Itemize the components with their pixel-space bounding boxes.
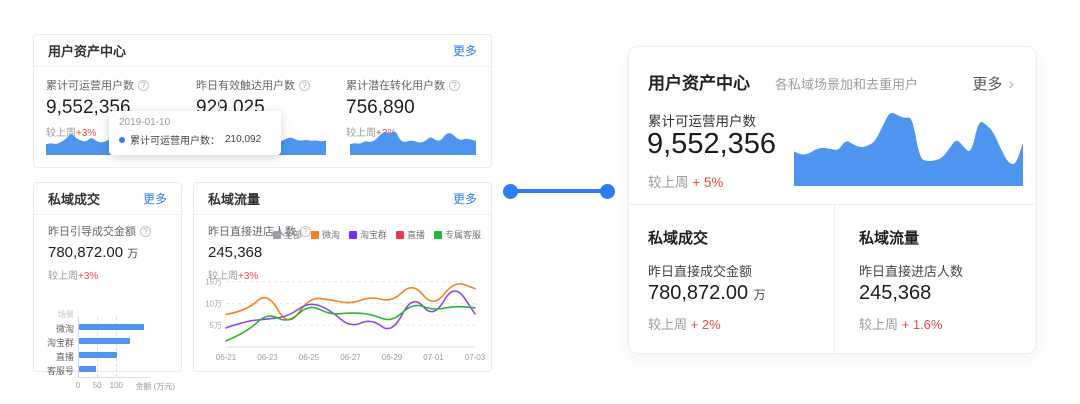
metric-delta: 较上周 + 2% xyxy=(648,314,721,333)
connector-line xyxy=(511,189,607,193)
card-title: 用户资产中心 xyxy=(48,41,126,60)
svg-text:10万: 10万 xyxy=(205,299,222,308)
svg-text:06-27: 06-27 xyxy=(340,353,361,362)
metric-label-row: 昨日引导成交金额 ? xyxy=(48,223,151,239)
metric-value: 245,368 xyxy=(859,282,931,305)
tooltip-date: 2019-01-10 xyxy=(119,117,271,128)
card-subtitle: 各私域场景加和去重用户 xyxy=(775,74,972,93)
connector-dot xyxy=(503,184,518,199)
metric-label-row: 累计潜在转化用户数 ? xyxy=(346,77,492,93)
more-link[interactable]: 更多 xyxy=(453,190,477,207)
svg-text:06-21: 06-21 xyxy=(216,353,237,362)
metric-label: 累计可运营用户数 xyxy=(648,110,756,130)
metric-unit: 万 xyxy=(127,248,138,260)
private-deal-card: 私域成交 更多 昨日引导成交金额 ? 780,872.00 万 较上周+3% 场… xyxy=(33,182,182,372)
card-header: 用户资产中心 更多 xyxy=(34,35,491,67)
legend-item[interactable]: 全部 xyxy=(273,228,302,241)
legend-swatch xyxy=(396,231,404,239)
traffic-line-chart: 5万 10万 15万 06-21 06-23 06-25 06-27 06-29 07-01 07… xyxy=(200,265,485,365)
metric-delta: 较上周 + 1.6% xyxy=(859,314,942,333)
asset-summary-card: 用户资产中心 各私域场景加和去重用户 更多 › 累计可运营用户数 9,552,3… xyxy=(628,46,1037,354)
metric-value: 245,368 xyxy=(208,244,311,261)
metric-value: 780,872.00 万 xyxy=(648,282,766,305)
deal-summary-column: 私域成交 昨日直接成交金额 780,872.00 万 较上周 + 2% xyxy=(648,204,828,353)
more-link[interactable]: 更多 xyxy=(143,190,167,207)
svg-text:06-29: 06-29 xyxy=(382,353,403,362)
deal-bar-chart: 场景050100微淘淘宝群直播客服号金额 (万元) xyxy=(44,309,175,391)
legend-item[interactable]: 专属客服 xyxy=(434,228,481,241)
vertical-divider xyxy=(834,204,835,353)
legend-label: 专属客服 xyxy=(445,228,481,241)
metric-label: 昨日引导成交金额 xyxy=(48,223,136,239)
card-title: 私域流量 xyxy=(208,189,260,208)
series-dot-icon xyxy=(119,137,125,143)
column-title: 私域成交 xyxy=(648,227,708,248)
connector-dot xyxy=(600,184,615,199)
chevron-right-icon: › xyxy=(1008,75,1014,92)
metric-delta: 较上周 + 5% xyxy=(648,171,723,191)
help-icon[interactable]: ? xyxy=(140,226,151,237)
metric-value: 756,890 xyxy=(346,97,492,119)
metric-delta: 较上周+3% xyxy=(48,267,151,282)
more-link[interactable]: 更多 xyxy=(453,42,477,59)
card-header: 私域流量 更多 xyxy=(194,183,491,215)
chart-tooltip: 2019-01-10 累计可运营用户数： 210,092 xyxy=(109,111,281,155)
card-title: 用户资产中心 xyxy=(648,69,750,94)
legend-swatch xyxy=(434,231,442,239)
delta-value: + 5% xyxy=(692,175,723,190)
column-title: 私域流量 xyxy=(859,227,919,248)
metric-label: 累计潜在转化用户数 xyxy=(346,77,445,93)
more-link[interactable]: 更多 › xyxy=(972,73,1014,94)
legend-item[interactable]: 直播 xyxy=(396,228,425,241)
legend-swatch xyxy=(273,231,281,239)
card-header: 用户资产中心 各私域场景加和去重用户 更多 › xyxy=(648,69,1014,94)
legend-label: 直播 xyxy=(407,228,425,241)
tooltip-value: 210,092 xyxy=(225,134,261,145)
help-icon[interactable]: ? xyxy=(138,80,149,91)
svg-text:06-25: 06-25 xyxy=(299,353,320,362)
dashboard-page: 用户资产中心 更多 累计可运营用户数 ? 9,552,356 较上周+3% 昨日… xyxy=(0,0,1080,404)
asset-area-chart xyxy=(794,109,1023,186)
tooltip-row: 累计可运营用户数： 210,092 xyxy=(119,132,271,147)
legend-label: 淘宝群 xyxy=(360,228,387,241)
legend-swatch xyxy=(311,231,319,239)
legend-label: 全部 xyxy=(284,228,302,241)
svg-text:15万: 15万 xyxy=(205,278,222,287)
legend-swatch xyxy=(349,231,357,239)
delta-value: +3% xyxy=(78,271,98,282)
metric-label: 昨日直接成交金额 xyxy=(648,261,752,280)
svg-text:07-01: 07-01 xyxy=(423,353,444,362)
metric-label: 昨日直接进店人数 xyxy=(859,261,963,280)
traffic-summary-column: 私域流量 昨日直接进店人数 245,368 较上周 + 1.6% xyxy=(859,204,1029,353)
help-icon[interactable]: ? xyxy=(449,80,460,91)
tooltip-label: 累计可运营用户数： xyxy=(130,132,220,147)
svg-text:07-03: 07-03 xyxy=(465,353,485,362)
delta-value: + 1.6% xyxy=(902,317,943,332)
sparkline-chart xyxy=(350,123,476,155)
legend-item[interactable]: 微淘 xyxy=(311,228,340,241)
legend-item[interactable]: 淘宝群 xyxy=(349,228,387,241)
metric-label-row: 累计可运营用户数 ? xyxy=(46,77,192,93)
legend-label: 微淘 xyxy=(322,228,340,241)
metric-deal-amount: 昨日引导成交金额 ? 780,872.00 万 较上周+3% xyxy=(48,223,151,282)
metric-value: 9,552,356 xyxy=(647,128,776,161)
chart-legend: 全部 微淘 淘宝群 直播 专属客服 xyxy=(273,228,481,241)
delta-value: + 2% xyxy=(691,317,721,332)
help-icon[interactable]: ? xyxy=(299,80,310,91)
card-title: 私域成交 xyxy=(48,189,100,208)
card-header: 私域成交 更多 xyxy=(34,183,181,215)
svg-text:5万: 5万 xyxy=(210,321,222,330)
metric-label: 累计可运营用户数 xyxy=(46,77,134,93)
metric-unit: 万 xyxy=(754,288,766,302)
private-traffic-card: 私域流量 更多 昨日直接进店人数 ? 245,368 较上周+3% 全部微淘淘宝… xyxy=(193,182,492,372)
metric-label: 昨日有效触达用户数 xyxy=(196,77,295,93)
metric-value: 780,872.00 万 xyxy=(48,244,151,261)
svg-text:06-23: 06-23 xyxy=(257,353,278,362)
metric-label-row: 昨日有效触达用户数 ? xyxy=(196,77,342,93)
